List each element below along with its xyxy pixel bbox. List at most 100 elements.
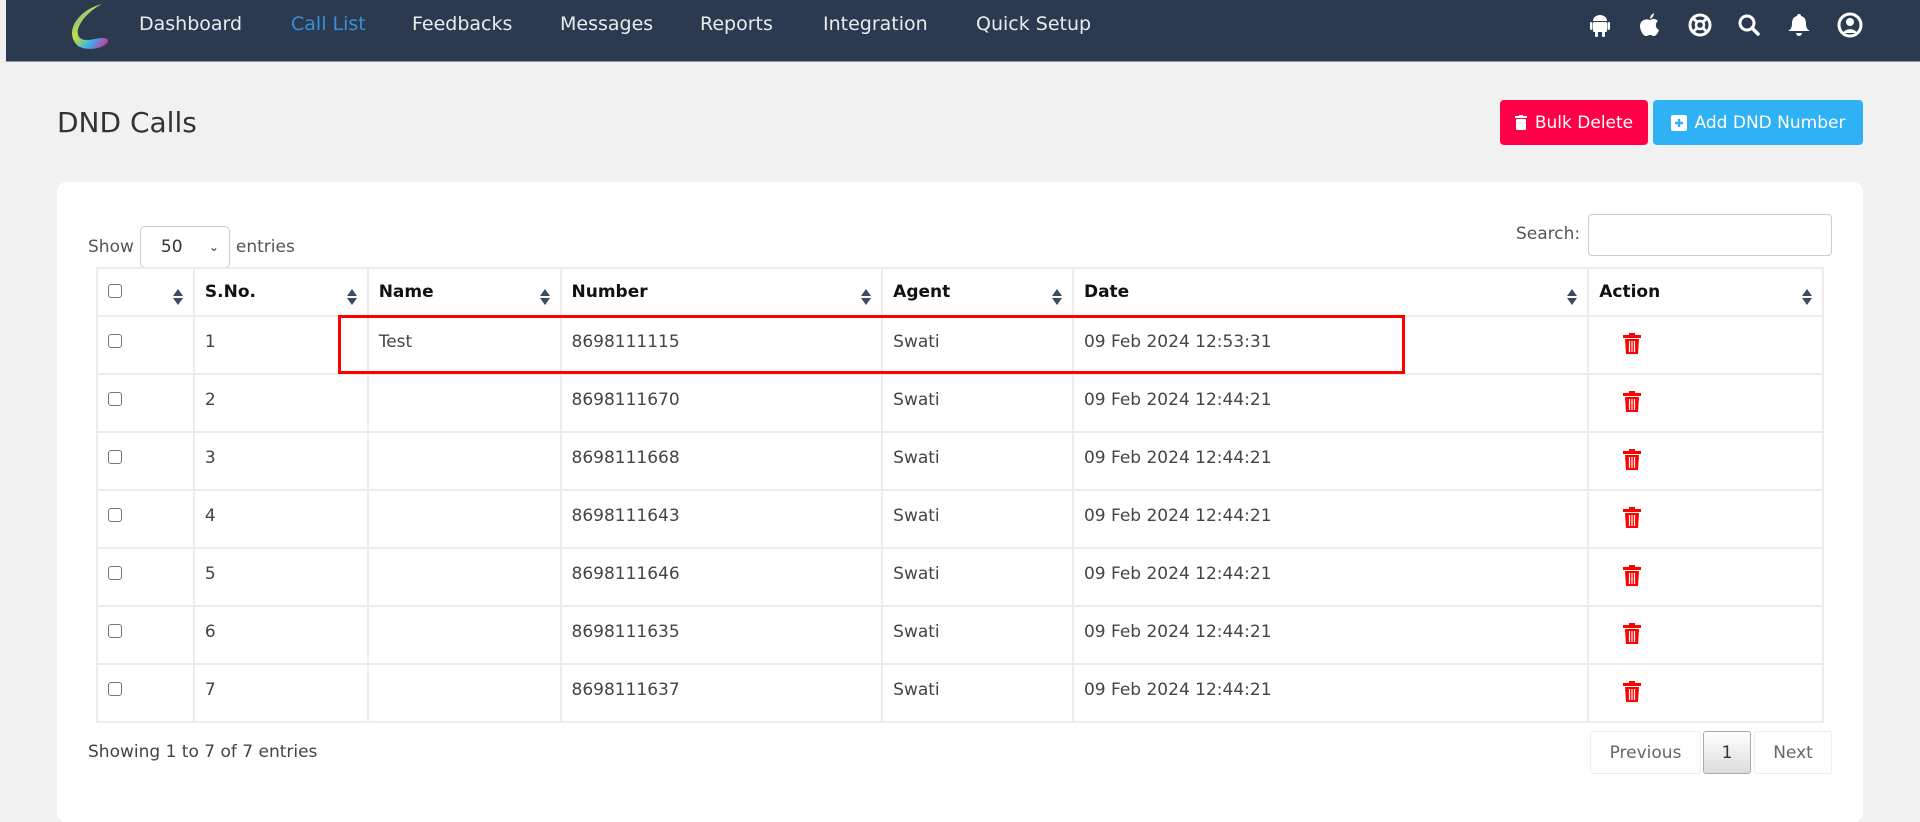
cell-number: 8698111646 [559, 547, 884, 607]
trash-icon[interactable] [1623, 565, 1642, 586]
cell-date: 09 Feb 2024 12:44:21 [1071, 547, 1590, 607]
cell-sno: 2 [192, 373, 369, 433]
trash-icon [1514, 115, 1527, 130]
table-row: 2 8698111670 Swati 09 Feb 2024 12:44:21 [96, 373, 1824, 433]
cell-action [1587, 663, 1824, 723]
cell-action [1587, 373, 1824, 433]
sort-icon[interactable] [1567, 289, 1578, 305]
row-select-cell [96, 547, 195, 607]
trash-icon[interactable] [1623, 681, 1642, 702]
cell-agent: Swati [881, 315, 1074, 375]
cell-date: 09 Feb 2024 12:53:31 [1071, 315, 1590, 375]
row-select-cell [96, 373, 195, 433]
bulk-delete-label: Bulk Delete [1534, 112, 1634, 133]
android-icon[interactable] [1587, 12, 1613, 38]
row-select-cell [96, 315, 195, 375]
row-checkbox[interactable] [108, 334, 122, 348]
trash-icon[interactable] [1623, 623, 1642, 644]
column-header-agent[interactable]: Agent [881, 267, 1074, 317]
cell-action [1587, 431, 1824, 491]
trash-icon[interactable] [1623, 391, 1642, 412]
cell-action [1587, 489, 1824, 549]
cell-name [366, 373, 562, 433]
table-row: 6 8698111635 Swati 09 Feb 2024 12:44:21 [96, 605, 1824, 665]
nav-item-integration[interactable]: Integration [823, 13, 928, 35]
sort-icon[interactable] [1051, 289, 1062, 305]
sort-icon[interactable] [539, 289, 550, 305]
cell-date: 09 Feb 2024 12:44:21 [1071, 663, 1590, 723]
dnd-calls-table: S.No. Name Number Agent Date Action 1 Test 8698… [96, 267, 1824, 723]
nav-item-reports[interactable]: Reports [700, 13, 773, 35]
cell-name [366, 605, 562, 665]
search-icon[interactable] [1736, 12, 1762, 38]
row-checkbox[interactable] [108, 508, 122, 522]
bulk-delete-button[interactable]: Bulk Delete [1500, 100, 1648, 145]
top-navbar: Dashboard Call List Feedbacks Messages Repor… [6, 0, 1920, 62]
add-dnd-number-label: Add DND Number [1694, 112, 1846, 133]
page-1-button[interactable]: 1 [1703, 731, 1751, 774]
column-header-label: Date [1083, 282, 1130, 302]
page-size-control: Show 50 ⌄ entries [88, 226, 295, 268]
row-checkbox[interactable] [108, 682, 122, 696]
chevron-down-icon: ⌄ [208, 240, 219, 254]
column-header-sno[interactable]: S.No. [192, 267, 369, 317]
column-header-label: Action [1599, 282, 1661, 302]
cell-sno: 4 [192, 489, 369, 549]
page-title: DND Calls [57, 106, 197, 139]
cell-agent: Swati [881, 663, 1074, 723]
row-select-cell [96, 605, 195, 665]
cell-number: 8698111643 [559, 489, 884, 549]
logo[interactable] [58, 2, 113, 50]
search-label: Search: [1516, 224, 1581, 244]
apple-icon[interactable] [1637, 12, 1663, 38]
cell-sno: 1 [192, 315, 369, 375]
cell-action [1587, 547, 1824, 607]
table-header-row: S.No. Name Number Agent Date Action [96, 267, 1824, 317]
page-size-value: 50 [160, 237, 183, 257]
cell-agent: Swati [881, 373, 1074, 433]
sort-icon[interactable] [1802, 289, 1812, 305]
bell-icon[interactable] [1786, 12, 1812, 38]
column-header-number[interactable]: Number [559, 267, 884, 317]
sort-icon[interactable] [346, 289, 357, 305]
table-row: 4 8698111643 Swati 09 Feb 2024 12:44:21 [96, 489, 1824, 549]
nav-item-feedbacks[interactable]: Feedbacks [412, 13, 512, 35]
lifebuoy-icon[interactable] [1687, 12, 1713, 38]
cell-name [366, 489, 562, 549]
row-checkbox[interactable] [108, 566, 122, 580]
header-select-all[interactable] [96, 267, 195, 317]
column-header-action[interactable]: Action [1587, 267, 1824, 317]
page-size-select[interactable]: 50 ⌄ [139, 226, 230, 268]
row-checkbox[interactable] [108, 392, 122, 406]
entries-label: entries [235, 237, 295, 257]
cell-action [1587, 315, 1824, 375]
user-icon[interactable] [1837, 12, 1863, 38]
next-page-button[interactable]: Next [1754, 731, 1832, 774]
sort-icon[interactable] [172, 289, 183, 305]
nav-item-call-list[interactable]: Call List [291, 13, 366, 35]
column-header-label: Number [571, 282, 648, 302]
cell-number: 8698111635 [559, 605, 884, 665]
sort-icon[interactable] [861, 289, 872, 305]
trash-icon[interactable] [1623, 333, 1642, 354]
add-dnd-number-button[interactable]: Add DND Number [1653, 100, 1863, 145]
row-checkbox[interactable] [108, 450, 122, 464]
nav-item-messages[interactable]: Messages [560, 13, 653, 35]
column-header-label: S.No. [204, 282, 256, 302]
trash-icon[interactable] [1623, 449, 1642, 470]
previous-page-button[interactable]: Previous [1590, 731, 1701, 774]
search-input[interactable] [1588, 214, 1832, 256]
trash-icon[interactable] [1623, 507, 1642, 528]
column-header-date[interactable]: Date [1071, 267, 1590, 317]
column-header-name[interactable]: Name [366, 267, 562, 317]
cell-sno: 3 [192, 431, 369, 491]
cell-sno: 7 [192, 663, 369, 723]
cell-name [366, 547, 562, 607]
cell-date: 09 Feb 2024 12:44:21 [1071, 605, 1590, 665]
cell-agent: Swati [881, 431, 1074, 491]
nav-item-quick-setup[interactable]: Quick Setup [976, 13, 1091, 35]
select-all-checkbox[interactable] [108, 284, 122, 298]
cell-number: 8698111115 [559, 315, 884, 375]
row-checkbox[interactable] [108, 624, 122, 638]
nav-item-dashboard[interactable]: Dashboard [139, 13, 242, 35]
